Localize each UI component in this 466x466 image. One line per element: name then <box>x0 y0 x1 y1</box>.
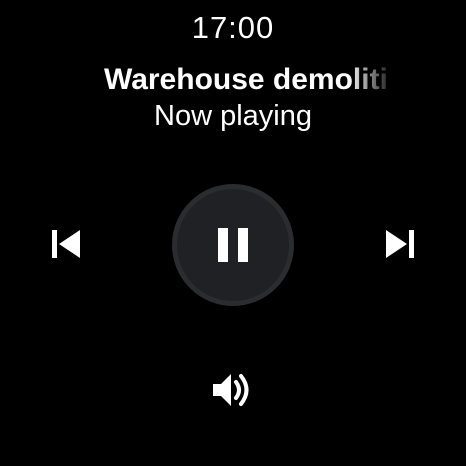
previous-track-button[interactable] <box>36 214 96 274</box>
media-player-screen: 17:00 Warehouse demoliti Now playing <box>0 0 466 466</box>
clock-time: 17:00 <box>191 10 275 45</box>
next-track-button[interactable] <box>370 214 430 274</box>
skip-next-icon <box>386 230 414 258</box>
pause-icon <box>218 228 248 262</box>
skip-previous-icon <box>52 230 80 258</box>
track-title: Warehouse demoliti <box>104 63 388 96</box>
track-title-marquee: Warehouse demoliti <box>104 60 395 100</box>
play-pause-button[interactable] <box>172 184 294 306</box>
volume-button[interactable] <box>201 360 265 420</box>
volume-icon <box>213 374 249 406</box>
playback-status: Now playing <box>154 100 312 132</box>
